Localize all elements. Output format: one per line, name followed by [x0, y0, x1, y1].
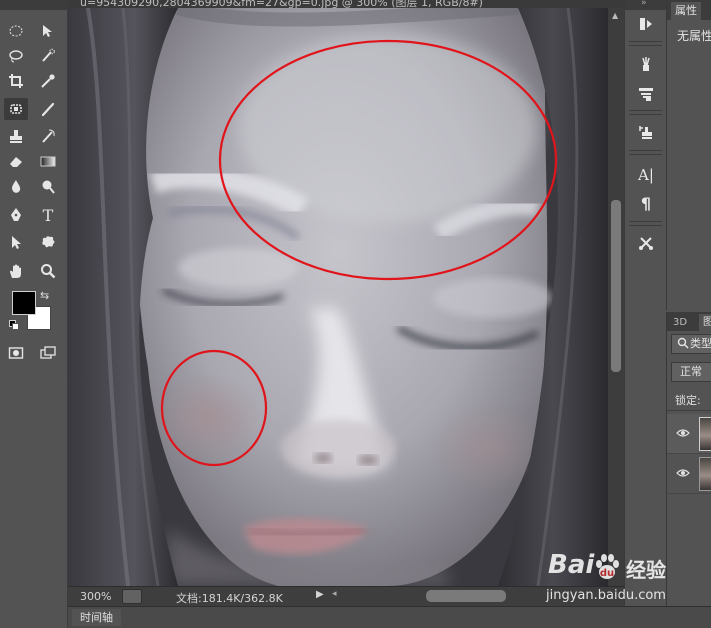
spot-healing-brush-tool-icon[interactable] — [4, 98, 28, 120]
layers-divider — [667, 410, 711, 411]
visibility-eye-icon[interactable] — [676, 466, 690, 480]
layer-thumbnail — [699, 417, 711, 451]
tools-panel: T ⇆ — [0, 0, 68, 628]
move-tool-icon[interactable] — [36, 20, 60, 42]
document-tab[interactable]: u=954309290,2804369909&fm=27&gp=0.jpg @ … — [68, 0, 624, 8]
dock-separator — [629, 221, 662, 226]
tools-panel-header[interactable] — [0, 0, 68, 10]
baidu-watermark: Bai du 经验 jingyan.baidu.com — [540, 548, 710, 608]
tab-3d[interactable]: 3D — [673, 314, 687, 331]
status-info-icon[interactable] — [122, 589, 142, 604]
scroll-left-icon[interactable]: ◂ — [332, 589, 337, 599]
crop-tool-icon[interactable] — [4, 70, 28, 92]
history-brush-tool-icon[interactable] — [36, 125, 60, 147]
brush-presets-icon[interactable] — [635, 54, 657, 74]
clone-source-icon[interactable] — [635, 122, 657, 142]
foreground-color-swatch[interactable] — [12, 291, 36, 315]
history-panel-icon[interactable] — [635, 14, 657, 34]
lasso-tool-icon[interactable] — [4, 45, 28, 67]
clone-stamp-tool-icon[interactable] — [4, 125, 28, 147]
blur-tool-icon[interactable] — [4, 176, 28, 198]
document-title: u=954309290,2804369909&fm=27&gp=0.jpg @ … — [80, 0, 483, 8]
properties-tab[interactable]: 属性 — [671, 2, 701, 20]
hand-tool-icon[interactable] — [4, 260, 28, 282]
document-size: 文档:181.4K/362.8K — [176, 592, 283, 605]
swap-colors-icon[interactable]: ⇆ — [40, 289, 49, 302]
watermark-brand-cn: 经验 — [626, 558, 666, 582]
blend-mode-select[interactable]: 正常 — [671, 362, 711, 382]
marquee-tool-icon[interactable] — [4, 20, 28, 42]
panel-dock: » A| ¶ — [624, 0, 666, 606]
dock-collapse-icon[interactable]: » — [641, 0, 647, 8]
custom-shape-tool-icon[interactable] — [36, 231, 60, 253]
zoom-level[interactable]: 300% — [80, 590, 111, 603]
pen-tool-icon[interactable] — [4, 204, 28, 226]
layer-thumbnail — [699, 457, 711, 491]
lock-label: 锁定: — [675, 394, 701, 407]
vertical-scroll-thumb[interactable] — [611, 200, 621, 372]
dodge-tool-icon[interactable] — [36, 176, 60, 198]
dock-separator — [629, 150, 662, 155]
timeline-tab[interactable]: 时间轴 — [72, 609, 121, 626]
eyedropper-tool-icon[interactable] — [36, 70, 60, 92]
photo-face — [68, 8, 608, 586]
path-selection-tool-icon[interactable] — [4, 231, 28, 253]
gradient-tool-icon[interactable] — [36, 150, 60, 172]
dock-separator — [629, 41, 662, 46]
layers-tabbar: 3D 图 — [667, 312, 711, 331]
paragraph-panel-icon[interactable]: ¶ — [635, 193, 657, 213]
search-icon — [677, 337, 689, 349]
scroll-up-icon[interactable]: ▲ — [612, 11, 618, 20]
brush-panel-icon[interactable] — [635, 84, 657, 104]
visibility-eye-icon[interactable] — [676, 426, 690, 440]
properties-tabbar: 属性 — [667, 0, 711, 20]
eraser-tool-icon[interactable] — [4, 150, 28, 172]
layer-row[interactable] — [667, 414, 711, 454]
watermark-url: jingyan.baidu.com — [546, 588, 666, 603]
status-menu-arrow-icon[interactable]: ▶ — [316, 589, 324, 600]
watermark-brand: Bai — [548, 550, 595, 580]
timeline-panel-bar: 时间轴 — [68, 606, 711, 628]
layer-row[interactable] — [667, 454, 711, 494]
screen-mode-icon[interactable] — [36, 342, 60, 364]
properties-panel: 属性 无属性 — [666, 0, 711, 310]
zoom-tool-icon[interactable] — [36, 260, 60, 282]
quick-mask-icon[interactable] — [4, 342, 28, 364]
tool-presets-icon[interactable] — [635, 233, 657, 253]
no-properties-text: 无属性 — [677, 29, 711, 43]
brush-tool-icon[interactable] — [36, 98, 60, 120]
horizontal-scroll-thumb[interactable] — [426, 590, 506, 602]
tab-layers[interactable]: 图 — [699, 314, 711, 331]
quick-selection-tool-icon[interactable] — [36, 45, 60, 67]
svg-text:du: du — [600, 568, 614, 579]
dock-separator — [629, 110, 662, 115]
image-canvas[interactable] — [68, 8, 608, 586]
type-tool-icon[interactable]: T — [36, 204, 60, 226]
character-panel-icon[interactable]: A| — [635, 165, 657, 185]
baidu-paw-icon: du — [592, 552, 622, 582]
default-colors-icon[interactable] — [9, 320, 19, 330]
